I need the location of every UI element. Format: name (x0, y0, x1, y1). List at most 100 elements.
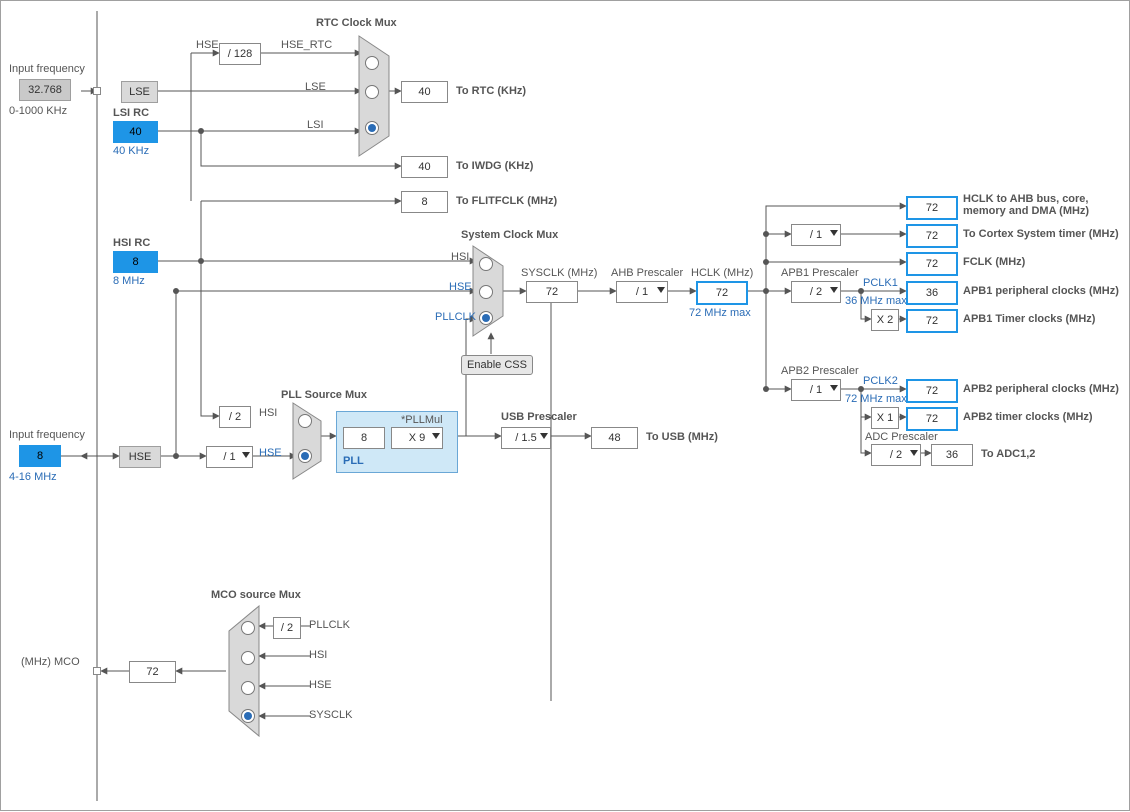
sys-pllclk-radio[interactable] (479, 311, 493, 325)
pclk2-max-label: 72 MHz max (845, 393, 907, 405)
hclk-max-label: 72 MHz max (689, 307, 751, 319)
apb2-tim-value: 72 (906, 407, 958, 431)
mco-div2: / 2 (273, 617, 301, 639)
pll-src-hsi-label: HSI (259, 407, 277, 419)
rtc-mux-lsi-radio[interactable] (365, 121, 379, 135)
pllmul-value: X 9 (409, 432, 426, 444)
adc-prescaler-select[interactable]: / 2 (871, 444, 921, 466)
lsi-value[interactable]: 40 (113, 121, 158, 143)
ahb-prescaler-select[interactable]: / 1 (616, 281, 668, 303)
hse-prescaler-select[interactable]: / 1 (206, 446, 253, 468)
ahb-prescaler-value: / 1 (636, 286, 648, 298)
cortex-div-value: / 1 (810, 229, 822, 241)
rtc-out-label: To RTC (KHz) (456, 85, 526, 97)
hsi-rc-label: HSI RC (113, 237, 150, 249)
hsi-unit: 8 MHz (113, 275, 145, 287)
lse-pin (93, 87, 101, 95)
sys-hsi-radio[interactable] (479, 257, 493, 271)
mco-pllclk-label: PLLCLK (309, 619, 350, 631)
mco-out-value: 72 (129, 661, 176, 683)
sys-hse-label: HSE (449, 281, 472, 293)
chevron-down-icon (830, 385, 838, 391)
apb1-prescaler-select[interactable]: / 2 (791, 281, 841, 303)
pll-src-hse-radio[interactable] (298, 449, 312, 463)
rtc-lse-label: LSE (305, 81, 326, 93)
mco-hsi-radio[interactable] (241, 651, 255, 665)
apb2-periph-value: 72 (906, 379, 958, 403)
hclk-out-value: 72 (906, 196, 958, 220)
hsi-value[interactable]: 8 (113, 251, 158, 273)
hse-prescaler-value: / 1 (223, 451, 235, 463)
lsi-rc-label: LSI RC (113, 107, 149, 119)
fclk-out-label: FCLK (MHz) (963, 256, 1025, 268)
apb1-tim-label: APB1 Timer clocks (MHz) (963, 313, 1095, 325)
hclk-label: HCLK (MHz) (691, 267, 753, 279)
adc-out-value: 36 (931, 444, 973, 466)
input-freq-bot-value[interactable]: 8 (19, 445, 61, 467)
apb1-prescaler-value: / 2 (810, 286, 822, 298)
cortex-div-select[interactable]: / 1 (791, 224, 841, 246)
input-freq-bot-label: Input frequency (9, 429, 85, 441)
mco-hse-radio[interactable] (241, 681, 255, 695)
apb2-periph-label: APB2 peripheral clocks (MHz) (963, 383, 1119, 395)
apb1-tim-mul: X 2 (871, 309, 899, 331)
cortex-out-value: 72 (906, 224, 958, 248)
enable-css-button[interactable]: Enable CSS (461, 355, 533, 375)
hse-top-label: HSE (196, 39, 219, 51)
pclk1-max-label: 36 MHz max (845, 295, 907, 307)
pllmul-select[interactable]: X 9 (391, 427, 443, 449)
sys-hse-radio[interactable] (479, 285, 493, 299)
chevron-down-icon (432, 433, 440, 439)
input-freq-top-label: Input frequency (9, 63, 85, 75)
hsi-div2: / 2 (219, 406, 251, 428)
mco-mux-title: MCO source Mux (211, 589, 301, 601)
mco-pin (93, 667, 101, 675)
pll-title: PLL (343, 455, 364, 467)
adc-prescaler-title: ADC Prescaler (865, 431, 938, 443)
usb-prescaler-title: USB Prescaler (501, 411, 577, 423)
fclk-out-value: 72 (906, 252, 958, 276)
apb2-prescaler-value: / 1 (810, 384, 822, 396)
chevron-down-icon (540, 433, 548, 439)
chevron-down-icon (830, 287, 838, 293)
apb2-tim-mul: X 1 (871, 407, 899, 429)
pllmul-label: *PLLMul (401, 414, 443, 426)
rtc-mux-lse-radio[interactable] (365, 85, 379, 99)
apb2-prescaler-select[interactable]: / 1 (791, 379, 841, 401)
adc-out-label: To ADC1,2 (981, 448, 1035, 460)
hse-rtc-label: HSE_RTC (281, 39, 332, 51)
cortex-out-label: To Cortex System timer (MHz) (963, 228, 1119, 240)
usb-prescaler-select[interactable]: / 1.5 (501, 427, 551, 449)
hclk-out-label: HCLK to AHB bus, core, memory and DMA (M… (963, 193, 1123, 217)
iwdg-label: To IWDG (KHz) (456, 160, 533, 172)
mco-hsi-label: HSI (309, 649, 327, 661)
chevron-down-icon (657, 287, 665, 293)
apb1-tim-value: 72 (906, 309, 958, 333)
usb-out-label: To USB (MHz) (646, 431, 718, 443)
rtc-out-value: 40 (401, 81, 448, 103)
usb-prescaler-value: / 1.5 (515, 432, 536, 444)
usb-out-value: 48 (591, 427, 638, 449)
mco-sysclk-radio[interactable] (241, 709, 255, 723)
hse-source: HSE (119, 446, 161, 468)
rtc-lsi-label: LSI (307, 119, 324, 131)
chevron-down-icon (830, 230, 838, 236)
pll-src-hsi-radio[interactable] (298, 414, 312, 428)
ahb-prescaler-title: AHB Prescaler (611, 267, 683, 279)
pll-src-mux-title: PLL Source Mux (281, 389, 367, 401)
apb1-periph-value: 36 (906, 281, 958, 305)
flitfclk-label: To FLITFCLK (MHz) (456, 195, 557, 207)
sys-hsi-label: HSI (451, 251, 469, 263)
rtc-mux-title: RTC Clock Mux (316, 17, 397, 29)
pclk1-label: PCLK1 (863, 277, 898, 289)
chevron-down-icon (910, 450, 918, 456)
mco-pllclk-radio[interactable] (241, 621, 255, 635)
input-freq-bot-range: 4-16 MHz (9, 471, 57, 483)
lsi-unit: 40 KHz (113, 145, 149, 157)
apb1-prescaler-title: APB1 Prescaler (781, 267, 859, 279)
input-freq-top-value: 32.768 (19, 79, 71, 101)
rtc-mux-hse-radio[interactable] (365, 56, 379, 70)
mco-hse-label: HSE (309, 679, 332, 691)
sysclk-value: 72 (526, 281, 578, 303)
adc-prescaler-value: / 2 (890, 449, 902, 461)
